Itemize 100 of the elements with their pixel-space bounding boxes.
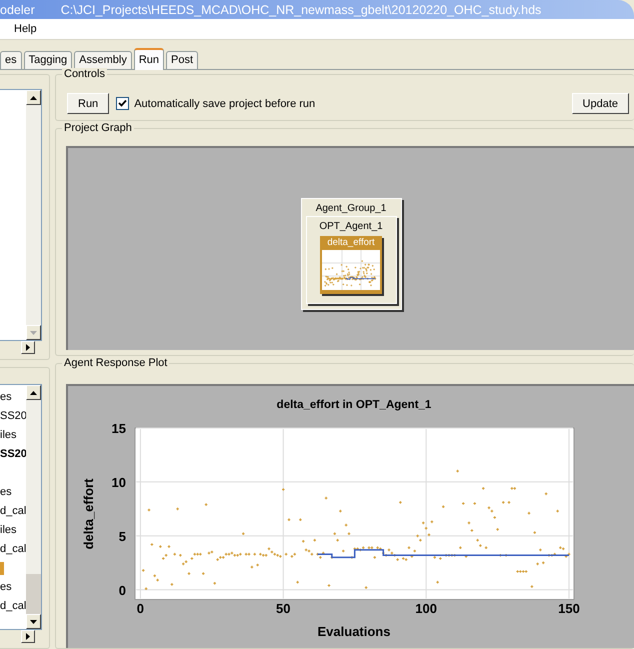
update-button[interactable]: Update [572,93,629,114]
data-point [282,488,286,492]
data-point [284,552,288,556]
scrollbar[interactable] [26,90,41,340]
scroll-down-button[interactable] [26,325,41,340]
data-point [172,552,176,556]
list-item[interactable]: es [0,388,26,407]
data-point [344,523,348,527]
up-arrow-icon [30,390,37,394]
data-point [312,538,316,542]
data-point [252,552,256,556]
data-point [430,520,434,524]
agent-group-node[interactable]: Agent_Group_1 OPT_Agent_1 delta_effort [300,198,402,310]
tick-label: 50 [276,601,291,616]
data-point [496,528,500,532]
data-point [167,544,171,548]
up-arrow-icon [30,96,37,100]
tick-label: 150 [558,601,580,616]
tab[interactable]: es [0,51,22,69]
data-point [364,586,368,590]
data-point [538,548,542,552]
tick-label: 100 [415,601,437,616]
data-point [542,561,546,565]
tab[interactable]: Tagging [24,51,72,69]
data-point [432,556,436,560]
scroll-up-button[interactable] [26,90,41,105]
data-point [556,509,560,513]
window-title: odeler [0,2,35,16]
data-point [158,544,162,548]
data-point [502,500,506,504]
run-button[interactable]: Run [67,93,110,114]
list-item[interactable]: d_cal [0,540,26,559]
data-point [476,538,480,542]
data-point [372,556,376,560]
list-item[interactable]: d_cal [0,597,26,616]
scroll-down-button[interactable] [26,614,41,629]
data-point [202,572,206,576]
data-point [530,584,534,588]
scroll-right-button[interactable] [21,630,35,643]
file-path: C:\JCI_Projects\HEEDS_MCAD\OHC_NR_newmass_gbelt\20120220_OHC_study.hds [60,2,542,16]
data-point [407,546,411,550]
data-point [150,542,154,546]
data-point [187,572,191,576]
data-point [462,502,466,506]
data-point [412,549,416,553]
data-point [142,568,146,572]
down-arrow-icon [30,620,37,624]
scroll-right-button[interactable] [21,341,35,354]
data-point [347,532,351,536]
tab[interactable]: Post [166,51,198,69]
tick-label: 5 [118,528,126,544]
data-point [492,516,496,520]
list-item[interactable]: d_cal [0,502,26,521]
agent-node[interactable]: OPT_Agent_1 delta_effort [306,216,396,304]
data-point [170,582,174,586]
data-point [176,507,180,511]
data-point [204,502,208,506]
node-title: Agent_Group_1 [316,202,386,216]
data-point [324,496,328,500]
data-point [327,584,331,588]
data-point [287,518,291,522]
data-point [438,556,442,560]
tab[interactable]: Run [134,48,164,70]
data-point [478,544,482,548]
list-item[interactable]: iles [0,426,26,445]
data-point [302,540,306,544]
scroll-up-button[interactable] [26,385,41,400]
list-item[interactable]: iles [0,521,26,540]
tick-label: 0 [118,582,126,598]
data-point [332,532,336,536]
data-point [498,554,502,558]
data-point [458,546,462,550]
data-point [464,554,468,558]
right-arrow-icon [26,633,30,640]
list-item[interactable]: es [0,578,26,597]
tab[interactable]: Assembly [74,51,132,69]
data-point [532,530,536,534]
data-point [507,500,511,504]
node-title: delta_effort [327,236,375,250]
data-point [342,549,346,553]
data-point [536,562,540,566]
group-title: Project Graph [62,122,134,136]
scroll-thumb[interactable] [26,574,41,614]
data-point [422,521,426,525]
tick-label: 0 [136,601,144,616]
data-point [467,521,471,525]
menu-item[interactable]: Help [14,23,37,35]
list-item[interactable]: es [0,483,26,502]
data-point [250,565,254,569]
checkbox[interactable] [116,97,130,110]
data-point [144,586,148,590]
data-point [256,563,260,567]
data-point [398,500,402,504]
data-point [504,554,508,558]
data-point [212,582,216,586]
checkbox-label[interactable]: Automatically save project before run [134,98,316,110]
data-point [424,526,428,530]
data-point [242,532,246,536]
scrollbar[interactable] [26,385,41,629]
data-point [427,533,431,537]
